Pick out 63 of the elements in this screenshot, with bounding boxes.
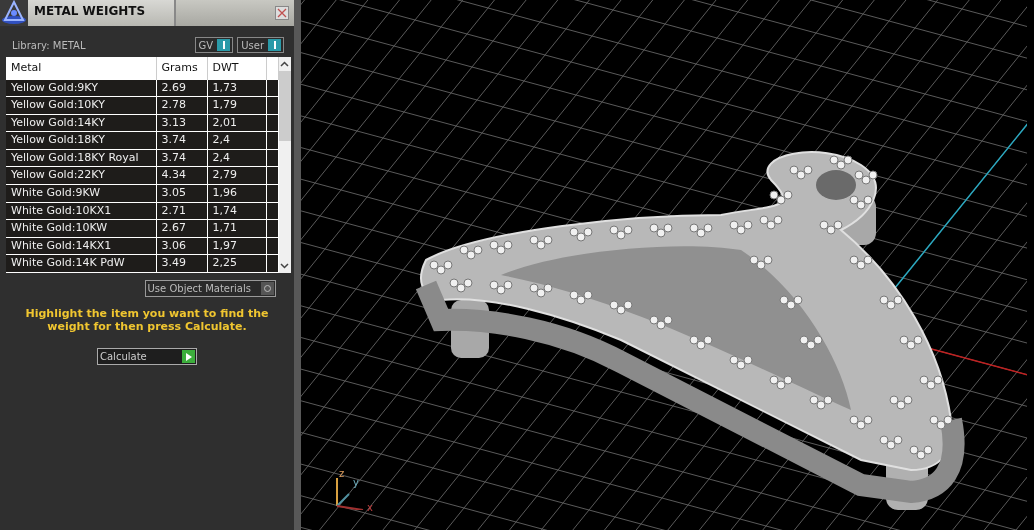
table-cell: 2,4 (207, 149, 266, 167)
table-cell: 3.74 (156, 149, 207, 167)
table-row[interactable]: Yellow Gold:10KY 2.78 1,79 (6, 96, 278, 115)
scroll-down-icon[interactable] (280, 263, 289, 269)
calculate-button[interactable]: Calculate (97, 348, 197, 365)
table-cell: 4.34 (156, 166, 207, 185)
table-row[interactable]: White Gold:10KX1 2.71 1,74 (6, 202, 278, 220)
table-cell: 2,4 (207, 131, 266, 150)
table-cell: White Gold:14KX1 (6, 237, 156, 255)
table-row[interactable]: Yellow Gold:18KY Royal 3.74 2,4 (6, 149, 278, 167)
table-cell: White Gold:14K PdW (6, 254, 156, 273)
table-cell: White Gold:10KX1 (6, 202, 156, 220)
table-cell: 2.78 (156, 96, 207, 115)
table-cell: 1,96 (207, 184, 266, 203)
table-cell: White Gold:10KW (6, 219, 156, 238)
library-label: Library: METAL (12, 38, 86, 53)
use-object-materials-toggle[interactable]: Use Object Materials (144, 280, 276, 297)
table-cell: Yellow Gold:22KY (6, 166, 156, 185)
axis-label: y (353, 476, 359, 490)
table-row[interactable]: White Gold:10KW 2.67 1,71 (6, 219, 278, 238)
column-header: Grams (156, 57, 207, 79)
column-header: Metal (6, 57, 156, 79)
table-row[interactable]: White Gold:9KW 3.05 1,96 (6, 184, 278, 203)
axis-label: z (339, 467, 345, 481)
table-cell: Yellow Gold:9KY (6, 79, 156, 97)
table-cell: 2.71 (156, 202, 207, 220)
table-cell: 2,01 (207, 114, 266, 132)
window-title: METAL WEIGHTS (28, 0, 176, 26)
instruction-text: Highlight the item you want to find the weight for then press Calculate. (24, 307, 270, 333)
table-cell: 3.13 (156, 114, 207, 132)
table-row[interactable]: Yellow Gold:14KY 3.13 2,01 (6, 114, 278, 132)
table-cell: Yellow Gold:14KY (6, 114, 156, 132)
scroll-up-icon[interactable] (280, 61, 289, 67)
table-cell: 2.67 (156, 219, 207, 238)
table-cell: 1,79 (207, 96, 266, 115)
table-cell: 3.49 (156, 254, 207, 273)
close-button[interactable] (275, 6, 289, 20)
table-row[interactable]: White Gold:14KX1 3.06 1,97 (6, 237, 278, 255)
table-cell: 1,73 (207, 79, 266, 97)
table-cell: 3.74 (156, 131, 207, 150)
logo-icon (0, 0, 28, 26)
table-cell: Yellow Gold:10KY (6, 96, 156, 115)
toggle-button[interactable]: GV (194, 37, 234, 53)
toggle-button[interactable]: User (237, 37, 284, 53)
table-cell: 3.05 (156, 184, 207, 203)
table-cell: 2.69 (156, 79, 207, 97)
table-cell: 1,71 (207, 219, 266, 238)
table-cell: Yellow Gold:18KY (6, 131, 156, 150)
table-row[interactable]: White Gold:14K PdW 3.49 2,25 (6, 254, 278, 273)
table-row[interactable]: Yellow Gold:18KY 3.74 2,4 (6, 131, 278, 150)
table-cell: Yellow Gold:18KY Royal (6, 149, 156, 167)
play-icon (185, 352, 192, 361)
table-cell: 2,25 (207, 254, 266, 273)
column-header: DWT (207, 57, 266, 79)
table-cell: 2,79 (207, 166, 266, 185)
table-cell: 3.06 (156, 237, 207, 255)
table-cell: White Gold:9KW (6, 184, 156, 203)
table-cell: 1,74 (207, 202, 266, 220)
close-icon (276, 7, 288, 19)
table-row[interactable]: Yellow Gold:9KY 2.69 1,73 (6, 79, 278, 97)
table-row[interactable]: Yellow Gold:22KY 4.34 2,79 (6, 166, 278, 185)
table-cell: 1,97 (207, 237, 266, 255)
axis-label: x (367, 501, 373, 515)
